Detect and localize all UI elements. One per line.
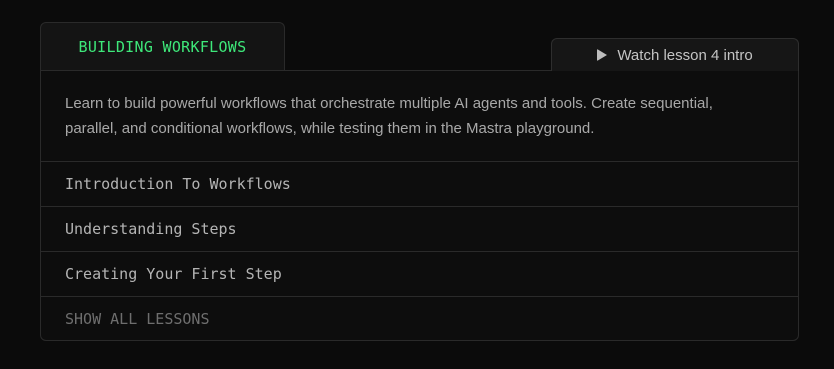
lesson-label: Understanding Steps [65,220,237,238]
lesson-item-introduction-to-workflows[interactable]: Introduction To Workflows [41,162,798,207]
course-description: Learn to build powerful workflows that o… [65,95,713,137]
play-icon [597,49,608,61]
show-all-lessons-button[interactable]: SHOW ALL LESSONS [41,297,798,341]
watch-intro-label: Watch lesson 4 intro [617,46,753,64]
course-description-section: Learn to build powerful workflows that o… [41,71,798,162]
course-title: BUILDING WORKFLOWS [78,37,247,56]
course-card: BUILDING WORKFLOWS Watch lesson 4 intro … [40,22,799,341]
show-all-lessons-label: SHOW ALL LESSONS [65,310,210,328]
watch-intro-button[interactable]: Watch lesson 4 intro [551,38,799,71]
lesson-label: Creating Your First Step [65,265,282,283]
course-panel: Learn to build powerful workflows that o… [40,70,799,341]
lesson-item-creating-your-first-step[interactable]: Creating Your First Step [41,252,798,297]
lesson-item-understanding-steps[interactable]: Understanding Steps [41,207,798,252]
course-title-tab[interactable]: BUILDING WORKFLOWS [40,22,285,70]
lesson-label: Introduction To Workflows [65,175,291,193]
